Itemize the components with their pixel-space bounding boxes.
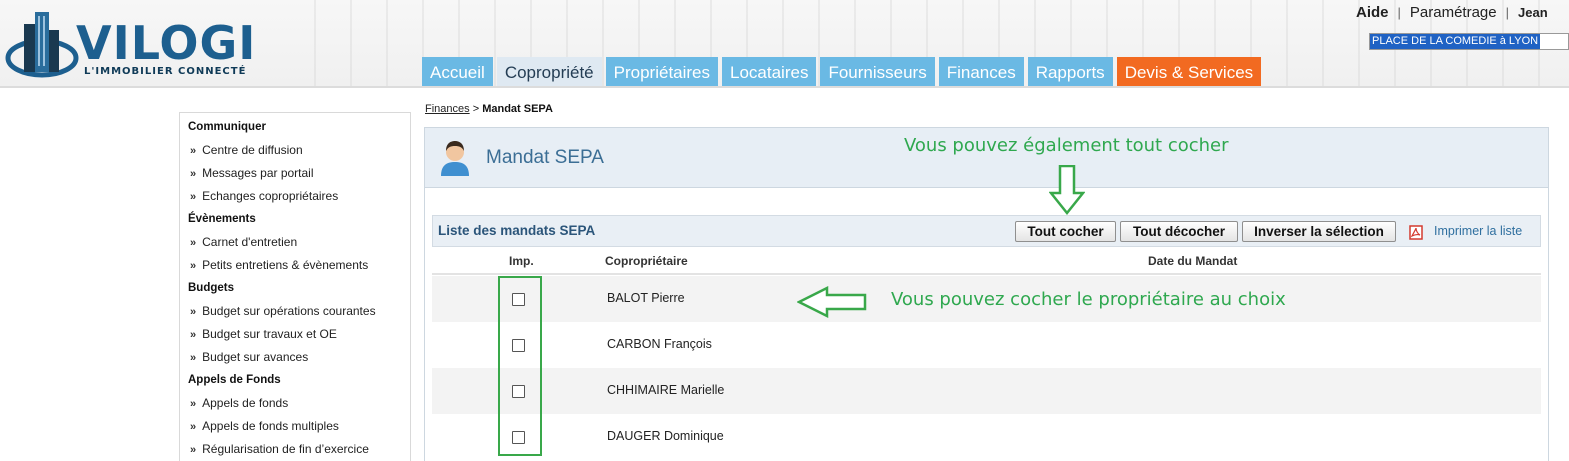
tab-accueil[interactable]: Accueil (422, 57, 493, 86)
double-chevron-icon: » (190, 191, 197, 203)
sidebar-item-appels-fonds[interactable]: » Appels de fonds (188, 392, 410, 415)
sidebar-item-echanges[interactable]: » Echanges copropriétaires (188, 185, 410, 208)
help-link[interactable]: Aide (1356, 4, 1389, 21)
column-header-coproprietaire[interactable]: Copropriétaire (605, 254, 688, 268)
copropriete-select[interactable]: PLACE DE LA COMEDIE à LYON (1369, 33, 1569, 50)
sidebar-menu: Communiquer » Centre de diffusion » Messag… (179, 112, 411, 461)
double-chevron-icon: » (190, 237, 197, 249)
copropriete-select-value: PLACE DE LA COMEDIE à LYON (1370, 34, 1541, 49)
sidebar-item-label: Budget sur opérations courantes (202, 304, 376, 318)
check-all-button[interactable]: Tout cocher (1015, 221, 1116, 242)
invert-selection-button[interactable]: Inverser la sélection (1242, 221, 1396, 242)
sidebar-item-regularisation[interactable]: » Régularisation de fin d’exercice (188, 438, 410, 461)
table-row: DAUGER Dominique (432, 414, 1541, 460)
breadcrumb-link-finances[interactable]: Finances (425, 103, 470, 115)
tab-copropriete[interactable]: Copropriété (496, 57, 602, 86)
table-row: CHHIMAIRE Marielle (432, 368, 1541, 414)
sidebar-item-label: Appels de fonds multiples (202, 419, 339, 433)
sidebar-item-budget-travaux[interactable]: » Budget sur travaux et OE (188, 323, 410, 346)
column-header-date-mandat[interactable]: Date du Mandat (1148, 254, 1237, 268)
coproprietaire-name: CARBON François (607, 337, 712, 351)
double-chevron-icon: » (190, 306, 197, 318)
double-chevron-icon: » (190, 421, 197, 433)
double-chevron-icon: » (190, 168, 197, 180)
sidebar-item-label: Messages par portail (202, 166, 314, 180)
sidebar-item-label: Appels de fonds (202, 396, 289, 410)
tab-finances[interactable]: Finances (938, 57, 1024, 86)
checkbox-highlight-box (498, 276, 542, 456)
sidebar-item-appels-fonds-multiples[interactable]: » Appels de fonds multiples (188, 415, 410, 438)
sidebar-group-communiquer: Communiquer (188, 121, 266, 133)
vilogi-logo[interactable]: VILOGI L'IMMOBILIER CONNECTÉ (4, 6, 274, 84)
sidebar-item-label: Régularisation de fin d’exercice (202, 442, 369, 456)
print-list-link[interactable]: Imprimer la liste (1434, 224, 1522, 238)
coproprietaire-name: DAUGER Dominique (607, 429, 724, 443)
table-header: Imp. Copropriétaire Date du Mandat (432, 248, 1541, 275)
double-chevron-icon: » (190, 260, 197, 272)
breadcrumb-current: Mandat SEPA (482, 103, 553, 115)
person-icon (441, 141, 469, 176)
arrow-down-icon (1049, 165, 1085, 215)
separator: | (1397, 5, 1401, 20)
separator: | (1505, 5, 1510, 20)
pdf-icon[interactable] (1409, 225, 1423, 240)
user-name-link[interactable]: Jean (1518, 5, 1548, 20)
sidebar-item-label: Budget sur travaux et OE (202, 327, 337, 341)
uncheck-all-button[interactable]: Tout décocher (1120, 221, 1238, 242)
table-row: CARBON François (432, 322, 1541, 368)
sidebar-item-label: Echanges copropriétaires (202, 189, 339, 203)
coproprietaire-name: BALOT Pierre (607, 291, 685, 305)
sidebar-group-appels-fonds: Appels de Fonds (188, 374, 281, 386)
tab-proprietaires[interactable]: Propriétaires (605, 57, 719, 86)
tab-devis-services[interactable]: Devis & Services (1116, 57, 1262, 86)
app-header: VILOGI L'IMMOBILIER CONNECTÉ Aide | Paramé… (0, 0, 1569, 88)
sidebar-item-label: Centre de diffusion (202, 143, 303, 157)
tab-rapports[interactable]: Rapports (1027, 57, 1113, 86)
double-chevron-icon: » (190, 398, 197, 410)
double-chevron-icon: » (190, 329, 197, 341)
double-chevron-icon: » (190, 352, 197, 364)
sidebar-item-carnet-entretien[interactable]: » Carnet d'entretien (188, 231, 410, 254)
breadcrumb: Finances > Mandat SEPA (425, 103, 553, 115)
panel-title: Mandat SEPA (486, 147, 604, 168)
sidebar-group-budgets: Budgets (188, 282, 234, 294)
main-nav-tabs: Accueil Copropriété Propriétaires Locata… (422, 57, 1265, 86)
coproprietaire-name: CHHIMAIRE Marielle (607, 383, 725, 397)
sidebar-item-petits-entretiens[interactable]: » Petits entretiens & évènements (188, 254, 410, 277)
sidebar-group-evenements: Évènements (188, 213, 256, 225)
list-title: Liste des mandats SEPA (438, 223, 596, 238)
sidebar-item-label: Carnet d'entretien (202, 235, 298, 249)
tab-locataires[interactable]: Locataires (722, 57, 817, 86)
annotation-check-all: Vous pouvez également tout cocher (904, 135, 1229, 156)
sidebar-item-centre-diffusion[interactable]: » Centre de diffusion (188, 139, 410, 162)
logo-tagline: L'IMMOBILIER CONNECTÉ (84, 66, 247, 77)
sidebar-item-label: Budget sur avances (202, 350, 309, 364)
sidebar-item-messages-portail[interactable]: » Messages par portail (188, 162, 410, 185)
double-chevron-icon: » (190, 444, 197, 456)
column-header-imp[interactable]: Imp. (509, 254, 534, 268)
top-links: Aide | Paramétrage | Jean (1356, 4, 1548, 21)
arrow-left-icon (797, 286, 867, 318)
settings-link[interactable]: Paramétrage (1410, 4, 1497, 21)
tab-fournisseurs[interactable]: Fournisseurs (820, 57, 935, 86)
list-toolbar: Liste des mandats SEPA Tout cocher Tout … (432, 215, 1541, 247)
sidebar-item-budget-avances[interactable]: » Budget sur avances (188, 346, 410, 369)
logo-wordmark: VILOGI (76, 16, 257, 70)
sidebar-item-budget-courantes[interactable]: » Budget sur opérations courantes (188, 300, 410, 323)
annotation-row-select: Vous pouvez cocher le propriétaire au ch… (891, 289, 1286, 310)
breadcrumb-separator: > (472, 103, 480, 115)
sidebar-item-label: Petits entretiens & évènements (202, 258, 369, 272)
double-chevron-icon: » (190, 145, 197, 157)
